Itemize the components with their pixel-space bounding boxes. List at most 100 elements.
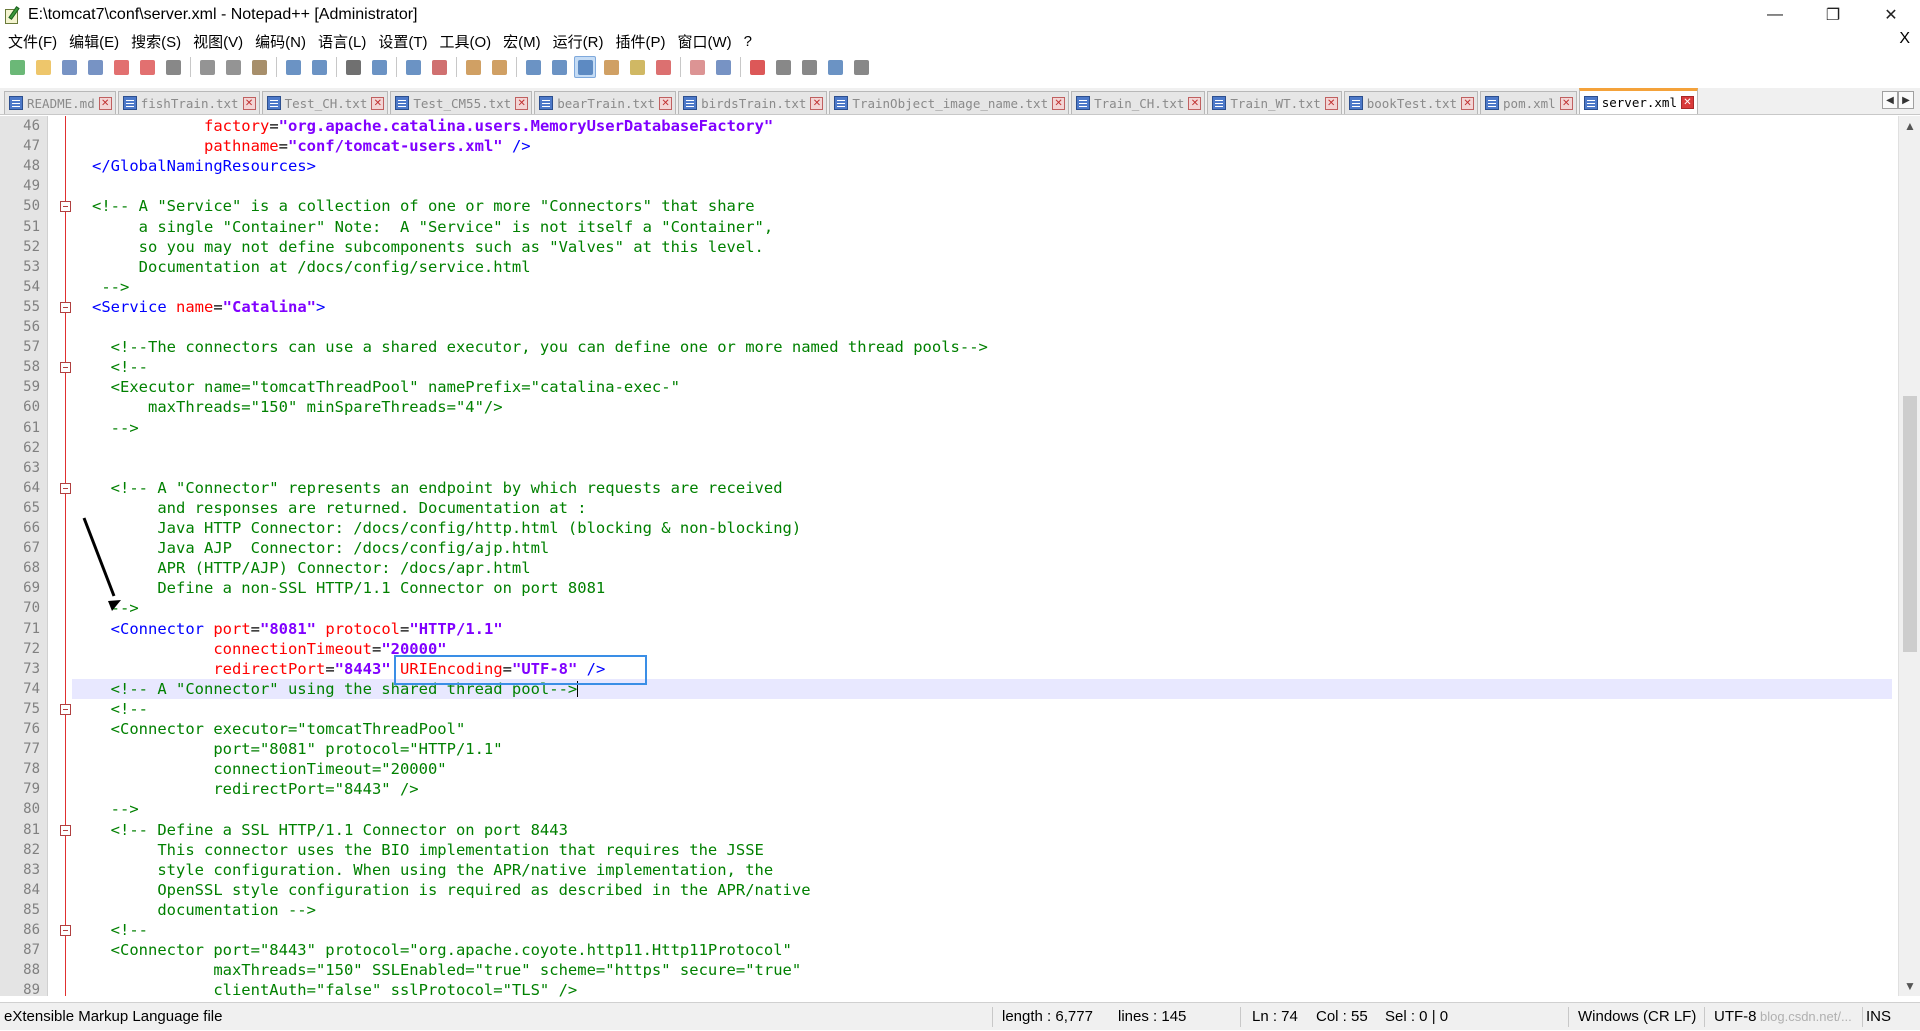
menu-view[interactable]: 视图(V): [189, 31, 247, 52]
tab-booktest-txt[interactable]: bookTest.txt ✕: [1343, 91, 1479, 114]
user-lang-icon[interactable]: [600, 56, 622, 78]
zoom-out-icon[interactable]: [428, 56, 450, 78]
code-line[interactable]: 46 factory="org.apache.catalina.users.Me…: [0, 116, 1900, 136]
find-icon[interactable]: [342, 56, 364, 78]
menu-help[interactable]: ?: [740, 33, 756, 50]
close-all-icon[interactable]: [136, 56, 158, 78]
save-icon[interactable]: [58, 56, 80, 78]
code-line[interactable]: 79 redirectPort="8443" />: [0, 779, 1900, 799]
code-line[interactable]: 56: [0, 317, 1900, 337]
code-line[interactable]: 49: [0, 176, 1900, 196]
menu-language[interactable]: 语言(L): [314, 31, 370, 52]
tab-close-icon[interactable]: ✕: [242, 96, 256, 110]
code-line[interactable]: 57 <!--The connectors can use a shared e…: [0, 337, 1900, 357]
save-macro-icon[interactable]: [850, 56, 872, 78]
word-wrap-icon[interactable]: [522, 56, 544, 78]
code-line[interactable]: 80 -->: [0, 799, 1900, 819]
tab-server-xml[interactable]: server.xml ✕: [1578, 88, 1698, 114]
code-line[interactable]: 52 so you may not define subcomponents s…: [0, 237, 1900, 257]
status-eol-format[interactable]: Windows (CR LF): [1578, 1003, 1696, 1031]
menu-plugins[interactable]: 插件(P): [611, 31, 669, 52]
code-line[interactable]: 81 <!-- Define a SSL HTTP/1.1 Connector …: [0, 820, 1900, 840]
menu-edit[interactable]: 编辑(E): [65, 31, 123, 52]
code-line[interactable]: 76 <Connector executor="tomcatThreadPool…: [0, 719, 1900, 739]
tab-train-wt-txt[interactable]: Train_WT.txt ✕: [1207, 91, 1342, 114]
code-line[interactable]: 62: [0, 438, 1900, 458]
menu-file[interactable]: 文件(F): [4, 31, 61, 52]
code-line[interactable]: 48 </GlobalNamingResources>: [0, 156, 1900, 176]
play-macro-icon[interactable]: [798, 56, 820, 78]
run-macro-multiple-icon[interactable]: [824, 56, 846, 78]
code-line[interactable]: 75 <!--: [0, 699, 1900, 719]
code-line[interactable]: 67 Java AJP Connector: /docs/config/ajp.…: [0, 538, 1900, 558]
zoom-in-icon[interactable]: [402, 56, 424, 78]
tab-close-icon[interactable]: ✕: [1188, 96, 1202, 110]
tab-close-icon[interactable]: ✕: [98, 96, 112, 110]
code-line[interactable]: 66 Java HTTP Connector: /docs/config/htt…: [0, 518, 1900, 538]
tab-test-cm55-txt[interactable]: Test_CM55.txt ✕: [390, 91, 533, 114]
menu-window[interactable]: 窗口(W): [673, 31, 735, 52]
show-all-chars-icon[interactable]: [548, 56, 570, 78]
tab-scroll-right-button[interactable]: ▶: [1898, 91, 1914, 109]
undo-icon[interactable]: [282, 56, 304, 78]
code-line[interactable]: 55 <Service name="Catalina">: [0, 297, 1900, 317]
code-line[interactable]: 84 OpenSSL style configuration is requir…: [0, 880, 1900, 900]
maximize-button[interactable]: ❐: [1804, 0, 1862, 30]
code-line[interactable]: 60 maxThreads="150" minSpareThreads="4"/…: [0, 397, 1900, 417]
code-line[interactable]: 64 <!-- A "Connector" represents an endp…: [0, 478, 1900, 498]
print-icon[interactable]: [162, 56, 184, 78]
folder-workspace-icon[interactable]: [686, 56, 708, 78]
code-line[interactable]: 83 style configuration. When using the A…: [0, 860, 1900, 880]
tab-close-icon[interactable]: ✕: [515, 96, 529, 110]
monitor-icon[interactable]: [712, 56, 734, 78]
scroll-down-button[interactable]: ▼: [1899, 976, 1920, 996]
code-line[interactable]: 89 clientAuth="false" sslProtocol="TLS" …: [0, 980, 1900, 1000]
code-line[interactable]: 87 <Connector port="8443" protocol="org.…: [0, 940, 1900, 960]
sync-horizontal-icon[interactable]: [488, 56, 510, 78]
menu-settings[interactable]: 设置(T): [374, 31, 431, 52]
code-line[interactable]: 68 APR (HTTP/AJP) Connector: /docs/apr.h…: [0, 558, 1900, 578]
menu-macro[interactable]: 宏(M): [499, 31, 545, 52]
code-line[interactable]: 74 <!-- A "Connector" using the shared t…: [0, 679, 1900, 699]
code-line[interactable]: 78 connectionTimeout="20000": [0, 759, 1900, 779]
tab-close-icon[interactable]: ✕: [1559, 96, 1573, 110]
tab-close-icon[interactable]: ✕: [810, 96, 824, 110]
minimize-button[interactable]: —: [1746, 0, 1804, 30]
tab-close-icon[interactable]: ✕: [659, 96, 673, 110]
new-file-icon[interactable]: [6, 56, 28, 78]
save-all-icon[interactable]: [84, 56, 106, 78]
stop-macro-icon[interactable]: [772, 56, 794, 78]
close-icon[interactable]: [110, 56, 132, 78]
tab-close-icon[interactable]: ✕: [1680, 96, 1694, 109]
replace-icon[interactable]: [368, 56, 390, 78]
tab-beartrain-txt[interactable]: bearTrain.txt ✕: [534, 91, 677, 114]
code-line[interactable]: 86 <!--: [0, 920, 1900, 940]
indent-guide-icon[interactable]: [574, 56, 596, 78]
cut-icon[interactable]: [196, 56, 218, 78]
vertical-scrollbar[interactable]: ▲ ▼: [1898, 116, 1920, 996]
doc-map-icon[interactable]: [626, 56, 648, 78]
fold-toggle-icon[interactable]: [60, 703, 71, 715]
editor[interactable]: 46 factory="org.apache.catalina.users.Me…: [0, 116, 1920, 999]
code-line[interactable]: 82 This connector uses the BIO implement…: [0, 840, 1900, 860]
code-line[interactable]: 58 <!--: [0, 357, 1900, 377]
code-line[interactable]: 69 Define a non-SSL HTTP/1.1 Connector o…: [0, 578, 1900, 598]
scroll-thumb[interactable]: [1903, 396, 1917, 652]
sync-vertical-icon[interactable]: [462, 56, 484, 78]
tab-close-icon[interactable]: ✕: [371, 96, 385, 110]
menu-tools[interactable]: 工具(O): [435, 31, 495, 52]
open-file-icon[interactable]: [32, 56, 54, 78]
tab-close-icon[interactable]: ✕: [1461, 96, 1475, 110]
tab-birdstrain-txt[interactable]: birdsTrain.txt ✕: [678, 91, 828, 114]
paste-icon[interactable]: [248, 56, 270, 78]
redo-icon[interactable]: [308, 56, 330, 78]
code-line[interactable]: 50 <!-- A "Service" is a collection of on…: [0, 196, 1900, 216]
code-line[interactable]: 51 a single "Container" Note: A "Service…: [0, 217, 1900, 237]
menu-search[interactable]: 搜索(S): [127, 31, 185, 52]
code-line[interactable]: 53 Documentation at /docs/config/service…: [0, 257, 1900, 277]
code-line[interactable]: 61 -->: [0, 418, 1900, 438]
tab-pom-xml[interactable]: pom.xml ✕: [1480, 91, 1577, 114]
code-line[interactable]: 47 pathname="conf/tomcat-users.xml" />: [0, 136, 1900, 156]
code-line[interactable]: 70 -->: [0, 598, 1900, 618]
tab-test-ch-txt[interactable]: Test_CH.txt ✕: [261, 91, 389, 114]
